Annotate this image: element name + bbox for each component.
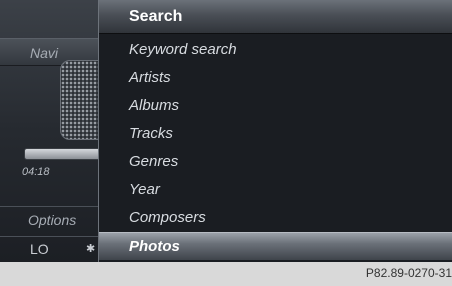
menu-header-search[interactable]: Search <box>99 0 452 34</box>
menu-item-genres[interactable]: Genres <box>99 148 452 176</box>
menu-item-photos[interactable]: Photos <box>99 232 452 260</box>
menu-item-keyword-search[interactable]: Keyword search <box>99 36 452 64</box>
head-unit-screen: Navi 04:18 Options LO ✱ Search Keyword s… <box>0 0 452 262</box>
menu-item-tracks[interactable]: Tracks <box>99 120 452 148</box>
media-background-panel: Navi 04:18 Options LO ✱ <box>0 0 102 262</box>
menu-item-albums[interactable]: Albums <box>99 92 452 120</box>
search-menu: Search Keyword search Artists Albums Tra… <box>98 0 452 262</box>
menu-item-artists[interactable]: Artists <box>99 64 452 92</box>
figure-caption: P82.89-0270-31 <box>365 266 452 280</box>
options-tab[interactable]: Options <box>0 206 98 232</box>
menu-item-composers[interactable]: Composers <box>99 204 452 232</box>
lo-label: LO <box>0 236 98 260</box>
menu-item-year[interactable]: Year <box>99 176 452 204</box>
track-progress-bar <box>24 148 102 160</box>
loudness-icon: ✱ <box>86 243 96 255</box>
speaker-grille-image <box>60 60 102 140</box>
